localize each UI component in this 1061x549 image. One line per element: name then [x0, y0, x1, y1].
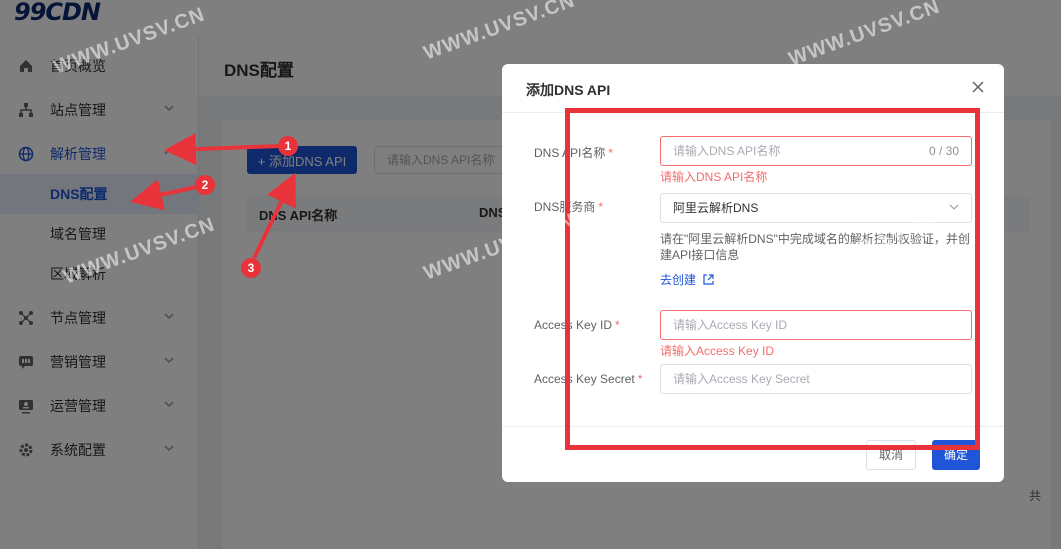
step-badge: 2 [195, 175, 215, 195]
close-icon[interactable] [970, 80, 986, 96]
step-badge: 3 [241, 258, 261, 278]
highlight-box [565, 108, 980, 450]
dialog-title: 添加DNS API [526, 82, 611, 98]
step-badge: 1 [278, 136, 298, 156]
